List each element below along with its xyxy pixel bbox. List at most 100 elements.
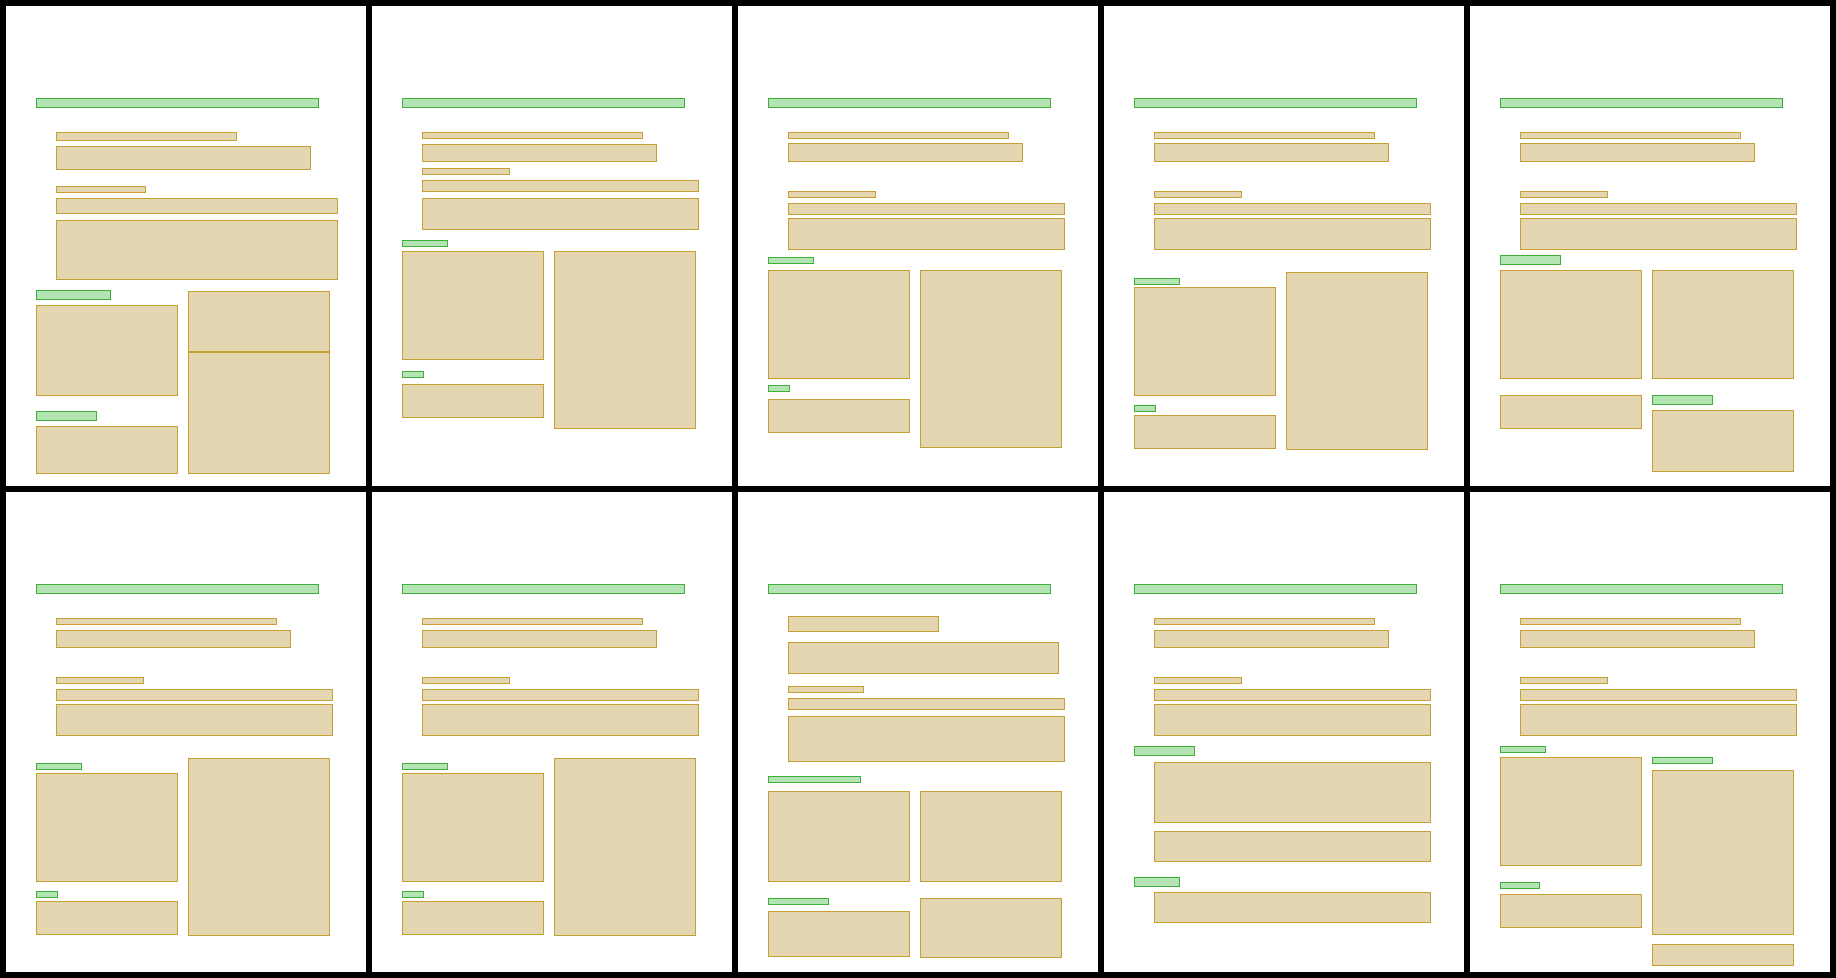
block-box	[402, 773, 544, 882]
block-box	[1520, 203, 1797, 215]
block-box	[1520, 218, 1797, 250]
block-box	[36, 901, 178, 935]
block-box	[1520, 191, 1608, 198]
heading-box	[36, 763, 82, 770]
block-box	[788, 218, 1065, 250]
heading-box	[36, 290, 111, 300]
block-box	[56, 146, 311, 170]
block-box	[1520, 630, 1755, 648]
block-box	[56, 186, 146, 193]
heading-box	[1134, 746, 1195, 756]
block-box	[1520, 704, 1797, 736]
heading-box	[402, 371, 424, 378]
block-box	[56, 689, 333, 701]
block-box	[768, 791, 910, 882]
block-box	[788, 132, 1009, 139]
block-box	[1134, 415, 1276, 449]
heading-box	[1500, 882, 1540, 889]
block-box	[1134, 287, 1276, 396]
block-box	[1154, 203, 1431, 215]
block-box	[1652, 770, 1794, 935]
block-box	[56, 618, 277, 625]
block-box	[1652, 270, 1794, 379]
block-box	[422, 677, 510, 684]
block-box	[1520, 677, 1608, 684]
block-box	[422, 689, 699, 701]
block-box	[1154, 143, 1389, 162]
layout-panel-7	[372, 492, 732, 972]
block-box	[188, 758, 330, 936]
heading-box	[768, 257, 814, 264]
block-box	[422, 704, 699, 736]
heading-box	[768, 584, 1051, 594]
block-box	[788, 191, 876, 198]
block-box	[788, 642, 1059, 674]
layout-panel-9	[1104, 492, 1464, 972]
layout-panel-5	[1470, 6, 1830, 486]
block-box	[56, 704, 333, 736]
heading-box	[1652, 757, 1713, 764]
block-box	[402, 384, 544, 418]
layout-panel-6	[6, 492, 366, 972]
heading-box	[1134, 278, 1180, 285]
block-box	[1652, 410, 1794, 472]
block-box	[1154, 892, 1431, 923]
block-box	[56, 630, 291, 648]
heading-box	[1134, 405, 1156, 412]
layout-panel-2	[372, 6, 732, 486]
block-box	[56, 198, 338, 214]
heading-box	[1134, 98, 1417, 108]
block-box	[920, 898, 1062, 958]
heading-box	[402, 891, 424, 898]
block-box	[1520, 132, 1741, 139]
heading-box	[768, 385, 790, 392]
layout-panel-4	[1104, 6, 1464, 486]
layout-panel-1	[6, 6, 366, 486]
heading-box	[402, 98, 685, 108]
block-box	[188, 291, 330, 352]
block-box	[422, 630, 657, 648]
block-box	[788, 698, 1065, 710]
block-box	[788, 143, 1023, 162]
block-box	[788, 686, 864, 693]
block-box	[56, 677, 144, 684]
block-box	[422, 168, 510, 175]
block-box	[36, 305, 178, 396]
block-box	[554, 251, 696, 429]
block-box	[1520, 143, 1755, 162]
block-box	[1154, 762, 1431, 823]
heading-box	[1500, 255, 1561, 265]
block-box	[788, 716, 1065, 762]
block-box	[422, 198, 699, 230]
block-box	[788, 616, 939, 632]
block-box	[1286, 272, 1428, 450]
heading-box	[402, 240, 448, 247]
heading-box	[402, 584, 685, 594]
block-box	[422, 180, 699, 192]
block-box	[920, 270, 1062, 448]
block-box	[1500, 270, 1642, 379]
layout-panel-10	[1470, 492, 1830, 972]
block-box	[422, 144, 657, 162]
block-box	[1500, 395, 1642, 429]
heading-box	[768, 98, 1051, 108]
block-box	[1154, 677, 1242, 684]
layout-panel-3	[738, 6, 1098, 486]
block-box	[1500, 894, 1642, 928]
block-box	[1154, 132, 1375, 139]
block-box	[554, 758, 696, 936]
block-box	[36, 773, 178, 882]
heading-box	[1134, 877, 1180, 887]
heading-box	[402, 763, 448, 770]
heading-box	[36, 891, 58, 898]
layout-panel-8	[738, 492, 1098, 972]
block-box	[36, 426, 178, 474]
block-box	[56, 220, 338, 280]
block-box	[1154, 831, 1431, 862]
block-box	[768, 399, 910, 433]
layout-grid-canvas	[0, 0, 1836, 978]
block-box	[1520, 618, 1741, 625]
heading-box	[1134, 584, 1417, 594]
block-box	[788, 203, 1065, 215]
block-box	[1154, 630, 1389, 648]
